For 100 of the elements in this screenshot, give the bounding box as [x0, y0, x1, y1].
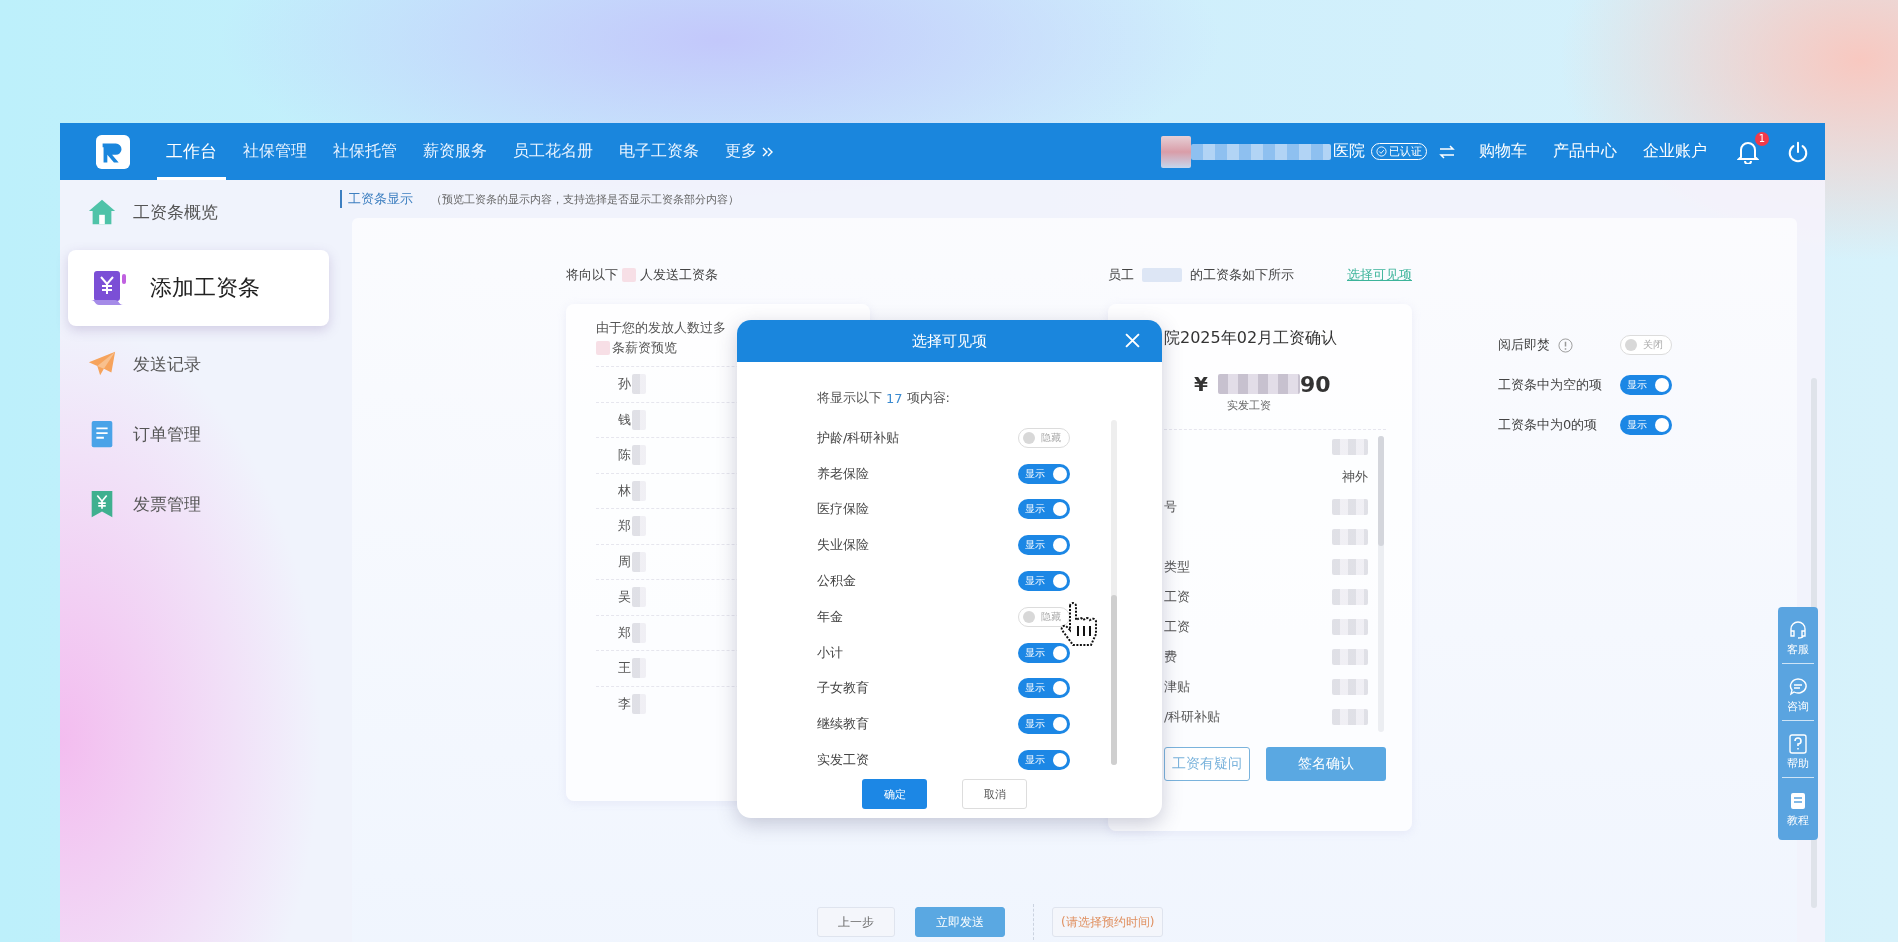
employee-name[interactable]: 郑: [618, 623, 631, 642]
item-count: 17: [886, 390, 903, 406]
redacted-text: [632, 622, 646, 643]
scrollbar[interactable]: [1378, 436, 1384, 732]
employee-name[interactable]: 林: [618, 481, 631, 500]
nav-tab[interactable]: 员工花名册: [504, 123, 602, 180]
section-title: 工资条显示: [340, 190, 413, 208]
toggle-switch[interactable]: 隐藏: [1018, 606, 1070, 627]
item-label: 养老保险: [817, 464, 869, 483]
employee-name[interactable]: 钱: [618, 410, 631, 429]
redacted-text: [632, 693, 646, 714]
dialog-button[interactable]: 确定: [862, 779, 927, 809]
item-label: 子女教育: [817, 679, 869, 698]
nav-tab[interactable]: 电子工资条: [610, 123, 708, 180]
toggle-switch[interactable]: 显示: [1018, 571, 1070, 592]
employee-name[interactable]: 孙: [618, 375, 631, 394]
header-link[interactable]: 产品中心: [1553, 141, 1617, 162]
redacted-text: [1332, 559, 1368, 575]
toggle-switch[interactable]: 显示: [1018, 463, 1070, 484]
toggle-switch[interactable]: 显示: [1018, 678, 1070, 699]
recipients-heading: 将向以下: [566, 266, 618, 284]
summary-text: 将显示以下: [817, 389, 882, 407]
nav-tab[interactable]: 社保托管: [324, 123, 406, 180]
row-label: 类型: [1164, 558, 1190, 576]
row-label: 工资: [1164, 618, 1190, 636]
power-icon[interactable]: [1787, 140, 1809, 163]
employee-name[interactable]: 周: [618, 552, 631, 571]
dock-item[interactable]: 客服: [1782, 613, 1814, 664]
chat-icon: [1788, 676, 1808, 697]
item-label: 实发工资: [817, 751, 869, 770]
row-label: 工资: [1164, 588, 1190, 606]
dock-item[interactable]: 咨询: [1782, 670, 1814, 721]
redacted-text: [632, 374, 646, 395]
redacted-text: [1332, 679, 1368, 695]
choose-visible-link[interactable]: 选择可见项: [1347, 266, 1412, 284]
dialog-button[interactable]: 取消: [962, 779, 1027, 809]
sidebar-item[interactable]: 添加工资条: [68, 250, 329, 326]
setting-label: 工资条中为空的项: [1498, 376, 1602, 394]
payslip-title: 院2025年02月工资确认: [1164, 328, 1339, 349]
toggle-switch[interactable]: 显示: [1018, 535, 1070, 556]
toggle-switch[interactable]: 显示: [1018, 714, 1070, 735]
payslip-button[interactable]: 工资有疑问: [1164, 747, 1250, 781]
toggle-switch[interactable]: 显示: [1018, 499, 1070, 520]
row-label: 号: [1164, 498, 1177, 516]
nav-tab[interactable]: 更多: [716, 123, 783, 180]
sidebar-item[interactable]: 工资条概览: [60, 194, 340, 230]
send-now-button[interactable]: 立即发送: [915, 907, 1005, 937]
employee-name[interactable]: 李: [618, 694, 631, 713]
payslip-button[interactable]: 签名确认: [1266, 747, 1386, 781]
swap-icon[interactable]: [1439, 144, 1455, 159]
scrollbar[interactable]: [1111, 420, 1117, 765]
redacted-text: [622, 268, 636, 282]
toggle-switch[interactable]: 显示: [1018, 750, 1070, 771]
section-hint: （预览工资条的显示内容，支持选择是否显示工资条部分内容）: [431, 191, 739, 207]
item-label: 医疗保险: [817, 500, 869, 519]
employee-name[interactable]: 吴: [618, 588, 631, 607]
toggle-switch[interactable]: 显示: [1620, 375, 1672, 395]
redacted-text: [596, 341, 610, 355]
employee-name[interactable]: 郑: [618, 517, 631, 536]
previous-step-button[interactable]: 上一步: [817, 907, 895, 937]
toggle-switch[interactable]: 隐藏: [1018, 427, 1070, 448]
redacted-avatar: [1161, 135, 1191, 168]
row-label: 费: [1164, 648, 1177, 666]
header-link[interactable]: 企业账户: [1643, 141, 1707, 162]
redacted-text: [1332, 499, 1368, 515]
item-label: 失业保险: [817, 536, 869, 555]
redacted-text: [632, 516, 646, 537]
preview-heading: 员工: [1108, 266, 1134, 284]
sidebar-item[interactable]: 发票管理: [60, 486, 340, 522]
summary-text: 项内容:: [906, 389, 950, 407]
toggle-switch[interactable]: 显示: [1018, 642, 1070, 663]
item-label: 继续教育: [817, 715, 869, 734]
schedule-time-button[interactable]: (请选择预约时间): [1052, 907, 1164, 937]
redacted-text: [632, 658, 646, 679]
item-label: 护龄/科研补贴: [817, 428, 900, 447]
org-name: 医院: [1333, 141, 1365, 162]
check-circle-icon: [1376, 146, 1387, 157]
toggle-switch[interactable]: 显示: [1620, 415, 1672, 435]
sidebar-item[interactable]: 发送记录: [60, 346, 340, 382]
toggle-switch[interactable]: 关闭: [1620, 335, 1672, 355]
dialog-title: 选择可见项: [912, 331, 987, 351]
dock-item[interactable]: 帮助: [1782, 727, 1814, 778]
employee-name[interactable]: 王: [618, 659, 631, 678]
redacted-text: [632, 480, 646, 501]
nav-tab[interactable]: 社保管理: [234, 123, 316, 180]
employee-name[interactable]: 陈: [618, 446, 631, 465]
info-icon[interactable]: [1558, 337, 1573, 353]
chevrons-icon: [762, 146, 774, 157]
preview-heading: 的工资条如下所示: [1190, 266, 1294, 284]
amount-label: 实发工资: [1226, 398, 1272, 413]
header-link[interactable]: 购物车: [1479, 141, 1527, 162]
bell-icon[interactable]: [1737, 139, 1759, 164]
close-icon[interactable]: [1125, 333, 1140, 348]
amount-value: 90: [1299, 371, 1331, 397]
setting-label: 工资条中为0的项: [1498, 416, 1598, 434]
redacted-text: [1142, 268, 1182, 282]
row-label: 津贴: [1164, 678, 1190, 696]
nav-tab[interactable]: 薪资服务: [414, 123, 496, 180]
sidebar-item[interactable]: 订单管理: [60, 416, 340, 452]
dock-item[interactable]: 教程: [1782, 784, 1814, 834]
